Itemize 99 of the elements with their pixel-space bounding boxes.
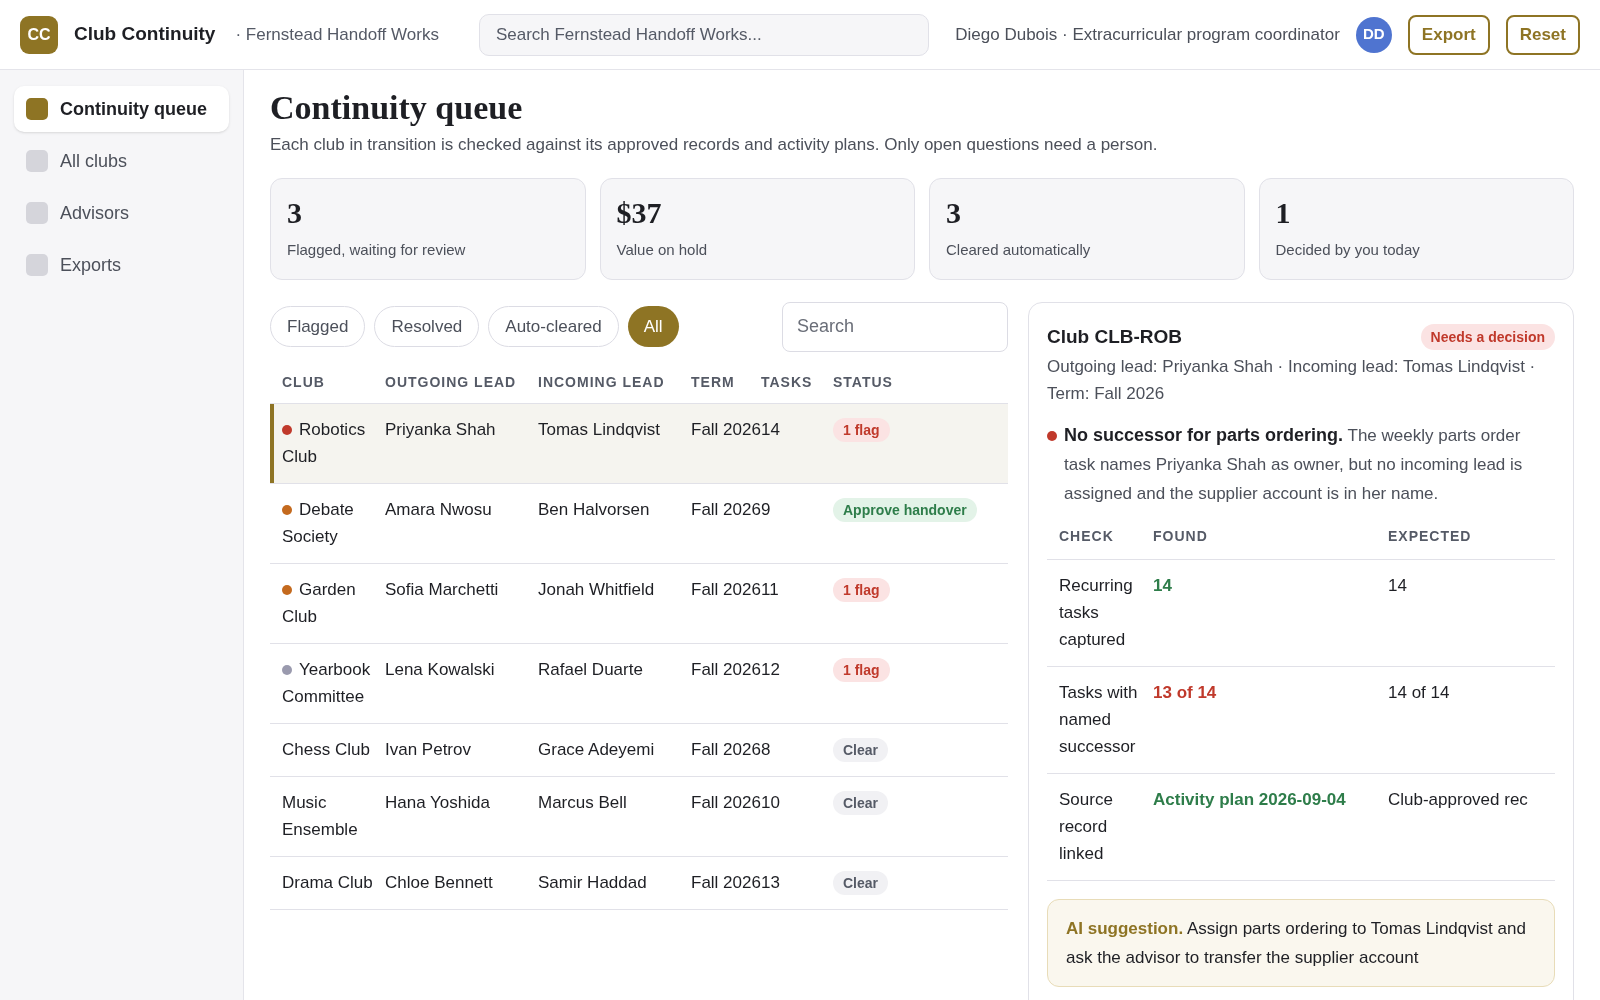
table-cell: 14 xyxy=(1388,576,1407,595)
table-cell: Hana Yoshida xyxy=(385,792,490,812)
found-value: 14 xyxy=(1153,576,1172,595)
table-row[interactable]: Chess Club Ivan Petrov Grace Adeyemi Fall 20268 Clear xyxy=(270,723,1008,776)
table-row[interactable]: Drama Club Chloe Bennett Samir Haddad Fall 202613 Clear xyxy=(270,856,1008,909)
table-cell: Jonah Whitfield xyxy=(538,579,655,599)
stat-value: 3 xyxy=(946,194,962,231)
table-cell: Grace Adeyemi xyxy=(538,739,655,759)
table-search-field[interactable]: Search xyxy=(782,301,1008,352)
table-cell: Tasks with named successor xyxy=(1059,683,1138,756)
table-cell: Fall 2026 xyxy=(691,792,761,812)
search-field[interactable]: Search Fernstead Handoff Works... xyxy=(478,13,929,56)
table-cell: Sofia Marchetti xyxy=(385,579,499,599)
stat-label: Value on hold xyxy=(616,239,709,260)
table-cell: Fall 2026 xyxy=(691,659,761,679)
table-cell: Drama Club xyxy=(282,872,373,892)
found-value: Activity plan 2026-09-04 xyxy=(1153,790,1346,809)
table-cell: Amara Nwosu xyxy=(385,499,492,519)
table-row[interactable]: Garden Club Sofia Marchetti Jonah Whitfield Fall 202611 1 flag xyxy=(270,563,1008,643)
suggestion-text: AI suggestion. Assign parts ordering to Tomas Lindqvist and ask the advisor to transfer the supplier account xyxy=(1066,918,1527,969)
workspace-name: · Fernstead Handoff Works xyxy=(235,23,439,46)
table-cell: Ben Halvorsen xyxy=(538,499,650,519)
decision-badge: Needs a decision xyxy=(1420,323,1555,350)
stat-label: Decided by you today xyxy=(1275,239,1421,260)
stat-label: Cleared automatically xyxy=(946,239,1092,260)
table-cell: Rafael Duarte xyxy=(538,659,643,679)
nav-square-icon xyxy=(26,98,48,120)
table-cell: Fall 2026 xyxy=(691,739,761,759)
stat-value: 3 xyxy=(287,194,303,231)
header-button[interactable]: Export xyxy=(1407,14,1490,55)
user-avatar[interactable]: DD xyxy=(1355,16,1392,53)
table-cell: 8 xyxy=(761,739,771,759)
sidebar-item[interactable]: Exports xyxy=(14,242,229,288)
found-value: 13 of 14 xyxy=(1153,683,1217,702)
table-cell: Priyanka Shah xyxy=(385,419,496,439)
filter-chip[interactable]: All xyxy=(627,306,679,347)
column-header: CHECK xyxy=(1047,526,1153,560)
table-cell: 14 of 14 xyxy=(1388,683,1450,702)
table-cell: Yearbook Committee xyxy=(282,659,371,706)
column-header: STATUS xyxy=(833,371,1008,403)
table-cell: 14 xyxy=(761,419,780,439)
status-badge: Clear xyxy=(833,870,889,895)
sidebar-item[interactable]: Continuity queue xyxy=(14,86,229,132)
status-badge: Approve handover xyxy=(833,497,977,522)
nav-square-icon xyxy=(26,254,48,276)
table-cell: 9 xyxy=(761,499,771,519)
column-header: INCOMING LEAD xyxy=(538,371,691,403)
table-row[interactable]: Debate Society Amara Nwosu Ben Halvorsen Fall 20269 Approve handover xyxy=(270,483,1008,563)
column-header: EXPECTED xyxy=(1388,526,1555,560)
table-cell: Fall 2026 xyxy=(691,419,761,439)
table-cell: Marcus Bell xyxy=(538,792,627,812)
table-cell: Garden Club xyxy=(282,579,356,626)
table-cell: Robotics Club xyxy=(282,419,366,466)
column-header: TASKS xyxy=(761,371,833,403)
app-logo: CC xyxy=(20,15,58,54)
detail-title: Club CLB-ROB xyxy=(1047,324,1183,349)
table-cell: 13 xyxy=(761,872,780,892)
page-title: Continuity queue xyxy=(270,88,524,128)
sidebar-item[interactable]: All clubs xyxy=(14,138,229,184)
table-cell: Chloe Bennett xyxy=(385,872,493,892)
table-row[interactable]: Yearbook Committee Lena Kowalski Rafael Duarte Fall 202612 1 flag xyxy=(270,643,1008,723)
page-subtitle: Each club in transition is checked against its approved records and activity plans. Only open questions need a person. xyxy=(270,134,1159,156)
table-cell: Ivan Petrov xyxy=(385,739,471,759)
user-label: Diego Dubois · Extracurricular program coordinator xyxy=(955,23,1340,46)
nav-square-icon xyxy=(26,150,48,172)
issue-text: No successor for parts ordering. The weekly parts order task names Priyanka Shah as owner, but no incoming lead is assigned and the supplier account is in her name. xyxy=(1064,424,1524,505)
status-badge: Clear xyxy=(833,737,889,762)
status-badge: 1 flag xyxy=(833,417,890,442)
sidebar-item[interactable]: Advisors xyxy=(14,190,229,236)
nav-square-icon xyxy=(26,202,48,224)
table-cell: Recurring tasks captured xyxy=(1059,576,1133,649)
stat-value: $37 xyxy=(616,194,663,231)
table-cell: Music Ensemble xyxy=(282,792,358,839)
table-cell: Fall 2026 xyxy=(691,499,761,519)
column-header: OUTGOING LEAD xyxy=(385,371,538,403)
table-cell: 11 xyxy=(761,579,779,599)
table-cell: Fall 2026 xyxy=(691,872,761,892)
column-header: FOUND xyxy=(1153,526,1388,560)
column-header: TERM xyxy=(691,371,761,403)
table-cell: 10 xyxy=(761,792,780,812)
table-cell: Debate Society xyxy=(282,499,354,546)
table-cell: Club-approved rec xyxy=(1388,790,1528,809)
header-button[interactable]: Reset xyxy=(1505,14,1580,55)
table-cell: Samir Haddad xyxy=(538,872,647,892)
table-cell: Fall 2026 xyxy=(691,579,761,599)
status-badge: 1 flag xyxy=(833,577,890,602)
table-cell: Lena Kowalski xyxy=(385,659,495,679)
table-cell: 12 xyxy=(761,659,780,679)
detail-meta: Outgoing lead: Priyanka Shah · Incoming lead: Tomas Lindqvist · Term: Fall 2026 xyxy=(1047,356,1537,405)
table-cell: Source record linked xyxy=(1059,790,1113,863)
app-name: Club Continuity xyxy=(74,22,216,47)
stat-label: Flagged, waiting for review xyxy=(287,239,467,260)
status-badge: Clear xyxy=(833,790,889,815)
stat-value: 1 xyxy=(1275,194,1292,231)
table-cell: Chess Club xyxy=(282,739,370,759)
table-row[interactable]: Music Ensemble Hana Yoshida Marcus Bell Fall 202610 Clear xyxy=(270,776,1008,856)
table-cell: Tomas Lindqvist xyxy=(538,419,660,439)
column-header: CLUB xyxy=(270,371,385,403)
status-badge: 1 flag xyxy=(833,657,890,682)
